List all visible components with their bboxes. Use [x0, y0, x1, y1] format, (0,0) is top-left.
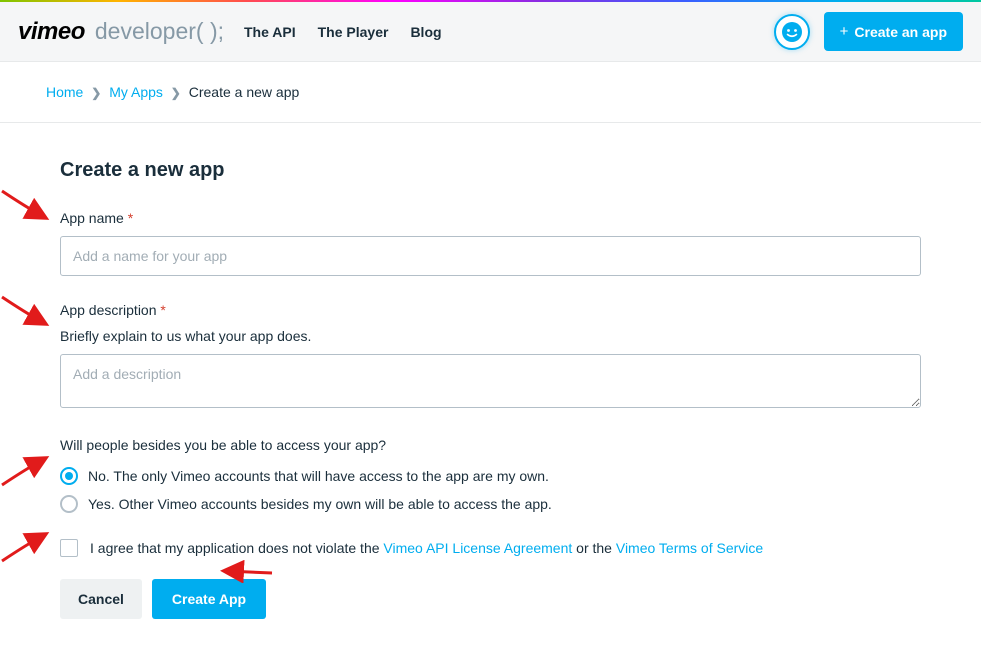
radio-yes[interactable] [60, 495, 78, 513]
avatar[interactable] [774, 14, 810, 50]
radio-yes-label: Yes. Other Vimeo accounts besides my own… [88, 496, 552, 512]
required-asterisk: * [128, 210, 133, 226]
vimeo-logo[interactable]: vimeo [18, 18, 85, 46]
agree-row: I agree that my application does not vio… [60, 539, 921, 557]
primary-nav: The API The Player Blog [244, 24, 442, 40]
breadcrumb-home[interactable]: Home [46, 84, 83, 100]
annotation-arrow-icon [0, 451, 54, 491]
form-actions: Cancel Create App [60, 579, 921, 619]
create-app-header-button[interactable]: + Create an app [824, 12, 963, 51]
annotation-arrow-icon [0, 527, 54, 567]
breadcrumb-my-apps[interactable]: My Apps [109, 84, 163, 100]
breadcrumb: Home ❯ My Apps ❯ Create a new app [0, 62, 981, 123]
nav-player[interactable]: The Player [318, 24, 389, 40]
app-name-input[interactable] [60, 236, 921, 276]
annotation-arrow-icon [0, 185, 54, 225]
create-app-header-label: Create an app [854, 24, 947, 40]
breadcrumb-current: Create a new app [189, 84, 300, 100]
access-group: Will people besides you be able to acces… [60, 437, 921, 513]
app-description-label: App description * [60, 302, 921, 318]
app-description-hint: Briefly explain to us what your app does… [60, 328, 921, 344]
plus-icon: + [840, 23, 849, 40]
api-license-agreement-link[interactable]: Vimeo API License Agreement [383, 540, 572, 556]
nav-api[interactable]: The API [244, 24, 296, 40]
main-content: Create a new app App name * App descript… [0, 123, 981, 649]
cancel-button[interactable]: Cancel [60, 579, 142, 619]
radio-no-label: No. The only Vimeo accounts that will ha… [88, 468, 549, 484]
create-app-button[interactable]: Create App [152, 579, 266, 619]
page-title: Create a new app [60, 159, 921, 182]
app-name-group: App name * [60, 210, 921, 276]
smiley-icon [780, 20, 804, 44]
chevron-right-icon: ❯ [171, 86, 181, 100]
topbar: vimeo developer( ); The API The Player B… [0, 2, 981, 62]
agree-checkbox[interactable] [60, 539, 78, 557]
required-asterisk: * [160, 302, 165, 318]
annotation-arrow-icon [0, 291, 54, 331]
app-description-textarea[interactable] [60, 354, 921, 408]
app-name-label: App name * [60, 210, 921, 226]
app-description-group: App description * Briefly explain to us … [60, 302, 921, 411]
access-question: Will people besides you be able to acces… [60, 437, 921, 453]
access-option-no[interactable]: No. The only Vimeo accounts that will ha… [60, 467, 921, 485]
nav-blog[interactable]: Blog [410, 24, 441, 40]
radio-no[interactable] [60, 467, 78, 485]
developer-tag: developer( ); [95, 18, 224, 45]
agree-label: I agree that my application does not vio… [90, 540, 763, 556]
access-option-yes[interactable]: Yes. Other Vimeo accounts besides my own… [60, 495, 921, 513]
chevron-right-icon: ❯ [91, 86, 101, 100]
terms-of-service-link[interactable]: Vimeo Terms of Service [616, 540, 763, 556]
